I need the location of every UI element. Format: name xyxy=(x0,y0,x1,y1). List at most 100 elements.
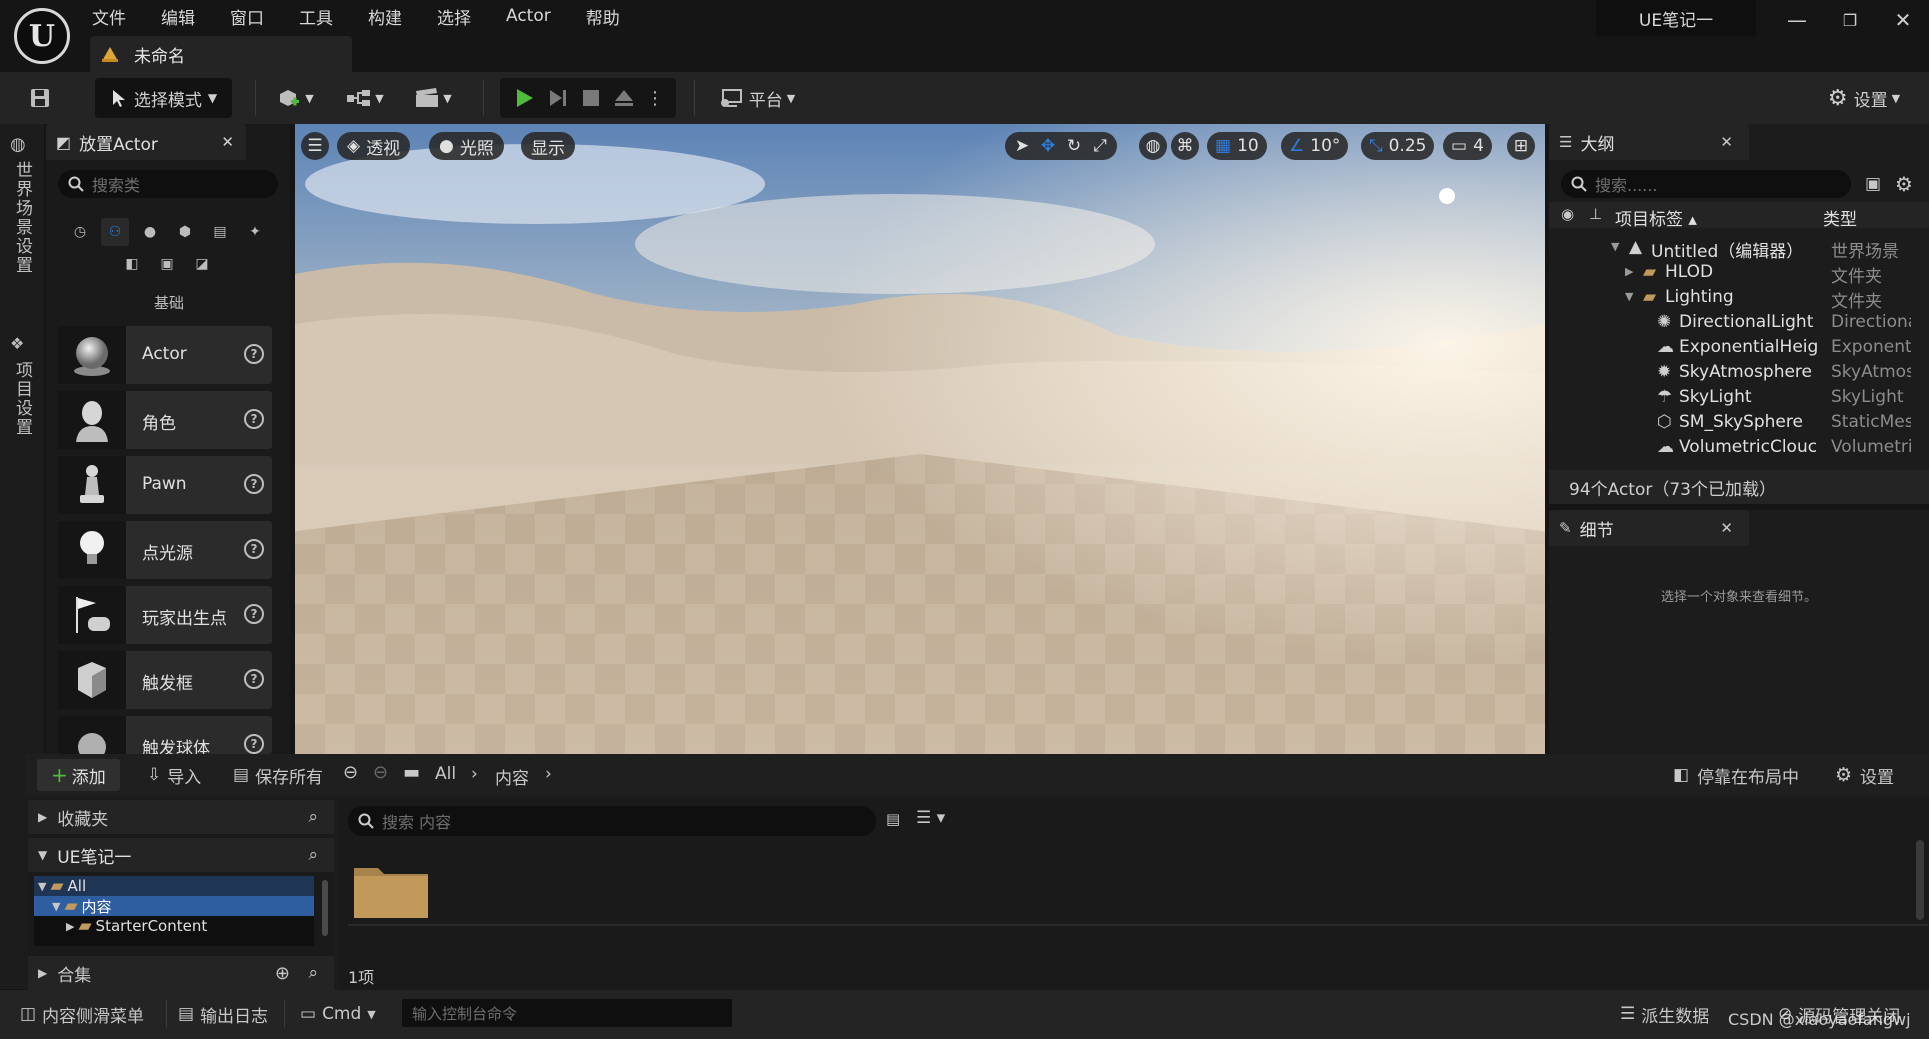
visual-effects-icon[interactable]: ✦ xyxy=(241,218,269,246)
outliner-row[interactable]: ✹ SkyAtmosphere SkyAtmos xyxy=(1549,361,1929,386)
actor-item-player-start[interactable]: 玩家出生点 ? xyxy=(58,586,272,644)
place-actor-tab[interactable]: ◩ 放置Actor ✕ xyxy=(46,124,246,160)
grid-snap-button[interactable]: ▦ 10 xyxy=(1207,132,1267,160)
asset-folder-startercontent[interactable] xyxy=(352,860,430,920)
scale-snap-button[interactable]: ⤡ 0.25 xyxy=(1361,132,1435,160)
help-icon[interactable]: ? xyxy=(244,409,264,429)
camera-speed-button[interactable]: ▭ 4 xyxy=(1443,132,1492,160)
chevron-right-icon[interactable]: › xyxy=(545,764,552,784)
eject-icon[interactable] xyxy=(612,86,636,110)
tree-item-content[interactable]: ▼ ▰ 内容 xyxy=(34,896,314,916)
select-tool-icon[interactable]: ➤ xyxy=(1009,136,1035,156)
menu-window[interactable]: 窗口 xyxy=(230,4,264,29)
help-icon[interactable]: ? xyxy=(244,604,264,624)
settings-dropdown[interactable]: ⚙ 设置 ▼ xyxy=(1816,78,1912,118)
add-collection-icon[interactable]: ⊕ xyxy=(275,963,290,984)
scale-tool-icon[interactable]: ⤢ xyxy=(1087,136,1113,156)
play-icon[interactable] xyxy=(512,86,536,110)
help-icon[interactable]: ? xyxy=(244,474,264,494)
dock-in-layout-button[interactable]: ◧ 停靠在布局中 xyxy=(1673,759,1799,791)
actor-item-actor[interactable]: Actor ? xyxy=(58,326,272,384)
close-icon[interactable]: ✕ xyxy=(1720,133,1733,151)
search-icon[interactable]: ⌕ xyxy=(308,845,318,865)
tree-scrollbar[interactable] xyxy=(322,880,328,936)
close-icon[interactable]: ✕ xyxy=(1720,519,1733,537)
menu-select[interactable]: 选择 xyxy=(437,4,471,29)
shapes-icon[interactable]: ⬢ xyxy=(171,218,199,246)
minimize-button[interactable]: — xyxy=(1772,2,1822,38)
collections-section[interactable]: ▶ 合集 ⊕ ⌕ xyxy=(28,956,334,990)
select-mode-dropdown[interactable]: 选择模式 ▼ xyxy=(95,78,232,118)
layout-button[interactable]: ⊞ xyxy=(1507,132,1535,160)
stop-icon[interactable] xyxy=(580,87,602,109)
show-button[interactable]: 显示 xyxy=(521,132,575,160)
outliner-tab[interactable]: ☰ 大纲 ✕ xyxy=(1549,124,1749,160)
menu-edit[interactable]: 编辑 xyxy=(161,4,195,29)
import-button[interactable]: ⇩ 导入 xyxy=(147,759,201,791)
column-type-header[interactable]: 类型 xyxy=(1823,205,1857,230)
step-icon[interactable] xyxy=(546,86,570,110)
details-tab[interactable]: ✎ 细节 ✕ xyxy=(1549,510,1749,546)
console-input[interactable]: 输入控制台命令 xyxy=(402,999,732,1027)
favorites-section[interactable]: ▶ 收藏夹 ⌕ xyxy=(28,800,334,834)
save-all-button[interactable]: ▤ 保存所有 xyxy=(233,759,323,791)
outliner-row[interactable]: ✺ DirectionalLight Directiona xyxy=(1549,311,1929,336)
menu-help[interactable]: 帮助 xyxy=(586,4,620,29)
close-icon[interactable]: ✕ xyxy=(221,133,234,151)
world-local-toggle[interactable]: ◍ xyxy=(1139,132,1167,160)
viewport-menu-button[interactable]: ☰ xyxy=(301,132,329,160)
search-icon[interactable]: ⌕ xyxy=(308,963,318,983)
breadcrumb-content[interactable]: 内容 xyxy=(495,764,529,789)
geometry-icon[interactable]: ◧ xyxy=(118,250,146,278)
menu-build[interactable]: 构建 xyxy=(368,4,402,29)
actor-item-character[interactable]: 角色 ? xyxy=(58,391,272,449)
unreal-logo-icon[interactable]: U xyxy=(14,8,70,64)
menu-actor[interactable]: Actor xyxy=(506,6,551,26)
pin-icon[interactable]: ⊥ xyxy=(1589,205,1602,223)
help-icon[interactable]: ? xyxy=(244,734,264,754)
help-icon[interactable]: ? xyxy=(244,539,264,559)
cinematics-button[interactable]: ▼ xyxy=(408,78,458,118)
basic-shapes-icon[interactable]: ⚇ xyxy=(101,218,129,246)
surface-snap-toggle[interactable]: ⌘ xyxy=(1171,132,1199,160)
outliner-search-input[interactable]: 搜索...... xyxy=(1561,170,1851,198)
outliner-row[interactable]: ☁ VolumetricClouc Volumetri xyxy=(1549,436,1929,461)
add-content-button[interactable]: ▼ xyxy=(270,78,320,118)
gear-icon[interactable]: ⚙ xyxy=(1895,172,1913,196)
derived-data-button[interactable]: ☰ 派生数据 xyxy=(1620,998,1709,1030)
forward-arrow-icon[interactable]: ⊖ xyxy=(373,762,388,783)
blueprint-button[interactable]: ▼ xyxy=(340,78,390,118)
outliner-row[interactable]: ▼ ▲ Untitled（编辑器） 世界场景 xyxy=(1549,236,1929,262)
cinematic-icon[interactable]: ▤ xyxy=(206,218,234,246)
level-viewport[interactable]: ☰ ◈ 透视 ● 光照 显示 ➤ ✥ ↻ ⤢ ◍ ⌘ ▦ 10 ∠ 10° ⤡ 0.25 … xyxy=(295,124,1545,754)
back-arrow-icon[interactable]: ⊖ xyxy=(343,762,358,783)
rotate-tool-icon[interactable]: ↻ xyxy=(1061,136,1087,156)
chevron-down-icon[interactable]: ▼ xyxy=(1625,290,1633,303)
project-settings-tab[interactable]: ❖ 项目设置 xyxy=(10,334,34,437)
actor-item-trigger-box[interactable]: 触发框 ? xyxy=(58,651,272,709)
volumes-icon[interactable]: ▣ xyxy=(153,250,181,278)
outliner-row[interactable]: ▼ ▰ Lighting 文件夹 xyxy=(1549,286,1929,312)
restore-button[interactable]: ❐ xyxy=(1825,2,1875,38)
tree-item-startercontent[interactable]: ▶ ▰ StarterContent xyxy=(34,916,314,936)
place-search-input[interactable]: 搜索类 xyxy=(58,170,278,198)
content-search-input[interactable]: 搜索 内容 xyxy=(348,806,876,836)
new-folder-icon[interactable]: ▣ xyxy=(1865,174,1881,194)
lit-mode-button[interactable]: ● 光照 xyxy=(429,132,504,160)
cmd-dropdown[interactable]: ▭ Cmd ▼ xyxy=(300,998,376,1030)
lights-icon[interactable]: ● xyxy=(136,218,164,246)
chevron-right-icon[interactable]: › xyxy=(471,764,478,784)
output-log-button[interactable]: ▤ 输出日志 xyxy=(178,998,268,1030)
rotation-snap-button[interactable]: ∠ 10° xyxy=(1281,132,1349,160)
project-section[interactable]: ▼ UE笔记一 ⌕ xyxy=(28,838,334,872)
cb-settings-button[interactable]: ⚙ 设置 xyxy=(1835,759,1894,791)
visibility-icon[interactable]: ◉ xyxy=(1561,205,1574,223)
move-tool-icon[interactable]: ✥ xyxy=(1035,136,1061,156)
all-classes-icon[interactable]: ◪ xyxy=(188,250,216,278)
world-settings-tab[interactable]: ◍ 世界场景设置 xyxy=(10,134,34,275)
recent-icon[interactable]: ◷ xyxy=(66,218,94,246)
add-button[interactable]: + 添加 xyxy=(37,759,120,791)
platform-dropdown[interactable]: 平台 ▼ xyxy=(712,78,802,118)
level-tab[interactable]: 未命名 xyxy=(90,36,352,72)
outliner-row[interactable]: ☂ SkyLight SkyLight xyxy=(1549,386,1929,411)
